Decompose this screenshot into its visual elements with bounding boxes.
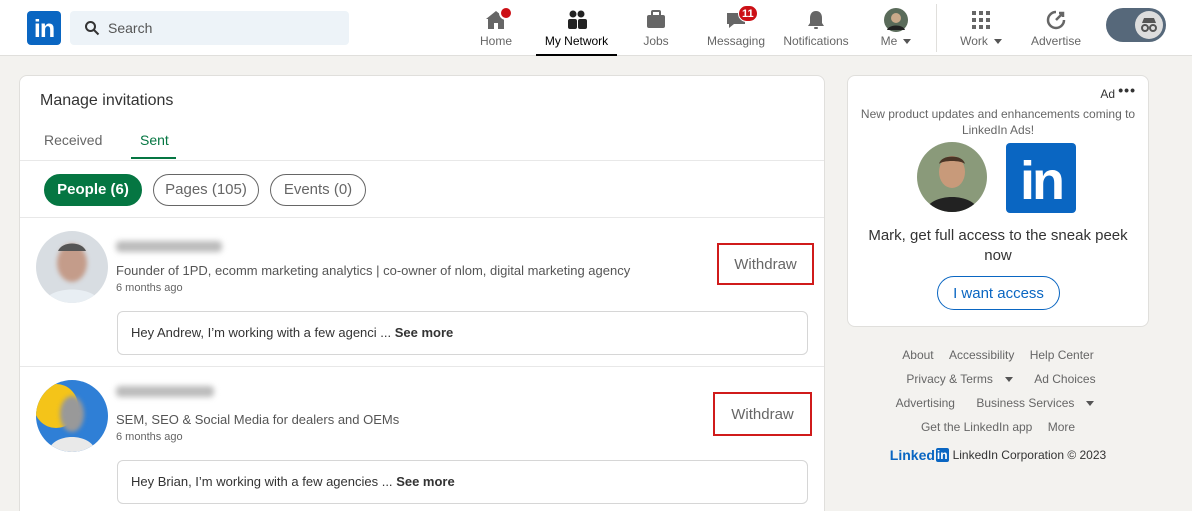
home-notification-dot: [499, 6, 513, 20]
footer-links: About Accessibility Help Center Privacy …: [847, 345, 1149, 463]
ad-label: Ad: [1100, 87, 1115, 101]
nav-me-label: Me: [872, 34, 920, 48]
search-box[interactable]: [70, 11, 349, 45]
divider: [20, 366, 824, 367]
sent-time: 6 months ago: [116, 431, 183, 443]
nav-work[interactable]: Work: [955, 0, 1007, 56]
nav-jobs-label: Jobs: [643, 34, 669, 48]
footer-link-get-app[interactable]: Get the LinkedIn app: [921, 420, 1032, 434]
chevron-down-icon: [903, 39, 912, 45]
top-nav-bar: in Home My Network Jobs 11 Messaging Not…: [0, 0, 1192, 56]
invitee-headline: SEM, SEO & Social Media for dealers and …: [116, 412, 400, 427]
message-text: Hey Brian, I’m working with a few agenci…: [131, 474, 393, 489]
nav-messaging[interactable]: 11 Messaging: [703, 0, 769, 56]
invitation-message: Hey Andrew, I’m working with a few agenc…: [117, 311, 808, 355]
nav-home[interactable]: Home: [470, 0, 522, 56]
divider: [20, 217, 824, 218]
invitation-item: SEM, SEO & Social Media for dealers and …: [20, 368, 824, 511]
nav-my-network[interactable]: My Network: [536, 0, 617, 56]
nav-my-network-label: My Network: [544, 34, 609, 48]
profile-avatar: [884, 8, 908, 32]
nav-divider: [936, 4, 937, 52]
manage-invitations-card: Manage invitations Received Sent People …: [19, 75, 825, 511]
more-options-icon[interactable]: •••: [1118, 82, 1136, 98]
invitation-message: Hey Brian, I’m working with a few agenci…: [117, 460, 808, 504]
footer-link-more[interactable]: More: [1048, 420, 1075, 434]
tab-sent[interactable]: Sent: [140, 132, 169, 148]
advertise-icon: [1046, 10, 1066, 30]
filter-pages[interactable]: Pages (105): [153, 174, 259, 206]
copyright: Linked in LinkedIn Corporation © 2023: [847, 447, 1149, 463]
incognito-toggle[interactable]: [1106, 8, 1166, 42]
invitee-name-redacted[interactable]: [116, 241, 222, 252]
footer-link-advertising[interactable]: Advertising: [896, 396, 955, 410]
bell-icon: [808, 11, 824, 29]
footer-link-about[interactable]: About: [902, 348, 933, 362]
linkedin-logo: in: [1006, 143, 1076, 213]
nav-notifications-label: Notifications: [783, 34, 849, 48]
filter-events[interactable]: Events (0): [270, 174, 366, 206]
withdraw-button[interactable]: Withdraw: [717, 243, 814, 285]
avatar[interactable]: [36, 380, 108, 452]
footer-link-ad-choices[interactable]: Ad Choices: [1034, 372, 1095, 386]
nav-work-label: Work: [955, 34, 1007, 48]
briefcase-icon: [647, 10, 665, 28]
withdraw-button[interactable]: Withdraw: [713, 392, 812, 436]
invitation-item: Founder of 1PD, ecomm marketing analytic…: [20, 219, 824, 368]
footer-link-business-services[interactable]: Business Services: [970, 396, 1100, 410]
copyright-text: LinkedIn Corporation © 2023: [952, 448, 1107, 462]
footer-link-accessibility[interactable]: Accessibility: [949, 348, 1014, 362]
chevron-down-icon: [1086, 401, 1095, 407]
chevron-down-icon: [993, 39, 1002, 45]
footer-link-help-center[interactable]: Help Center: [1030, 348, 1094, 362]
nav-jobs[interactable]: Jobs: [630, 0, 682, 56]
see-more-link[interactable]: See more: [396, 474, 455, 489]
divider: [20, 160, 824, 161]
nav-advertise-label: Advertise: [1030, 34, 1082, 48]
active-tab-indicator: [131, 157, 176, 159]
scrollbar[interactable]: [1184, 56, 1192, 511]
nav-me[interactable]: Me: [872, 0, 920, 56]
grid-icon: [972, 11, 990, 29]
ad-cta-text: Mark, get full access to the sneak peek …: [868, 227, 1128, 264]
member-avatar: [917, 142, 987, 212]
avatar[interactable]: [36, 231, 108, 303]
nav-advertise[interactable]: Advertise: [1027, 0, 1085, 56]
invitee-headline: Founder of 1PD, ecomm marketing analytic…: [116, 263, 631, 278]
linkedin-wordmark: Linked in: [889, 447, 949, 463]
chevron-down-icon: [1004, 377, 1013, 383]
sent-time: 6 months ago: [116, 282, 183, 294]
ad-text: New product updates and enhancements com…: [860, 107, 1136, 137]
filter-people[interactable]: People (6): [44, 174, 142, 206]
message-text: Hey Andrew, I’m working with a few agenc…: [131, 325, 392, 340]
search-input[interactable]: [108, 11, 338, 45]
linkedin-logo[interactable]: in: [27, 11, 61, 45]
footer-link-privacy-terms[interactable]: Privacy & Terms: [900, 372, 1018, 386]
ad-cta-button[interactable]: I want access: [937, 276, 1060, 310]
search-icon: [85, 21, 100, 36]
incognito-icon: [1135, 11, 1163, 39]
people-icon: [567, 10, 587, 29]
tab-received[interactable]: Received: [44, 132, 102, 148]
nav-messaging-label: Messaging: [706, 34, 766, 48]
nav-notifications[interactable]: Notifications: [780, 0, 852, 56]
messaging-badge: 11: [738, 5, 758, 22]
nav-home-label: Home: [479, 34, 512, 48]
page-title: Manage invitations: [40, 92, 174, 109]
ad-card: Ad ••• New product updates and enhanceme…: [847, 75, 1149, 327]
invitee-name-redacted[interactable]: [116, 386, 214, 397]
see-more-link[interactable]: See more: [395, 325, 454, 340]
